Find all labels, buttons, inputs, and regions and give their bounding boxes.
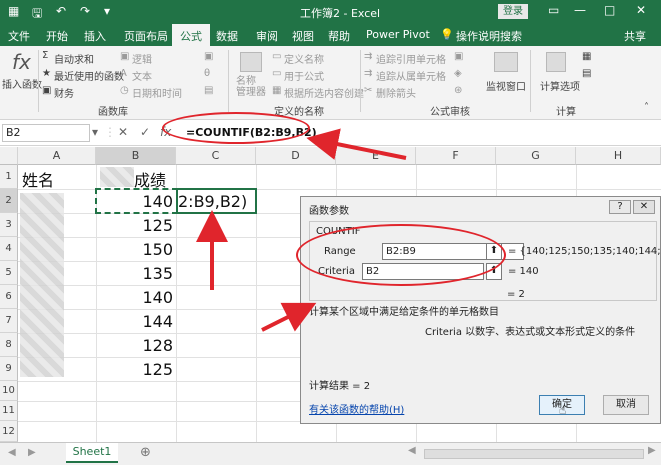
- arrow-to-description: [261, 302, 317, 332]
- arrow-to-formula: [306, 128, 407, 160]
- annotation-arrows: [196, 128, 407, 332]
